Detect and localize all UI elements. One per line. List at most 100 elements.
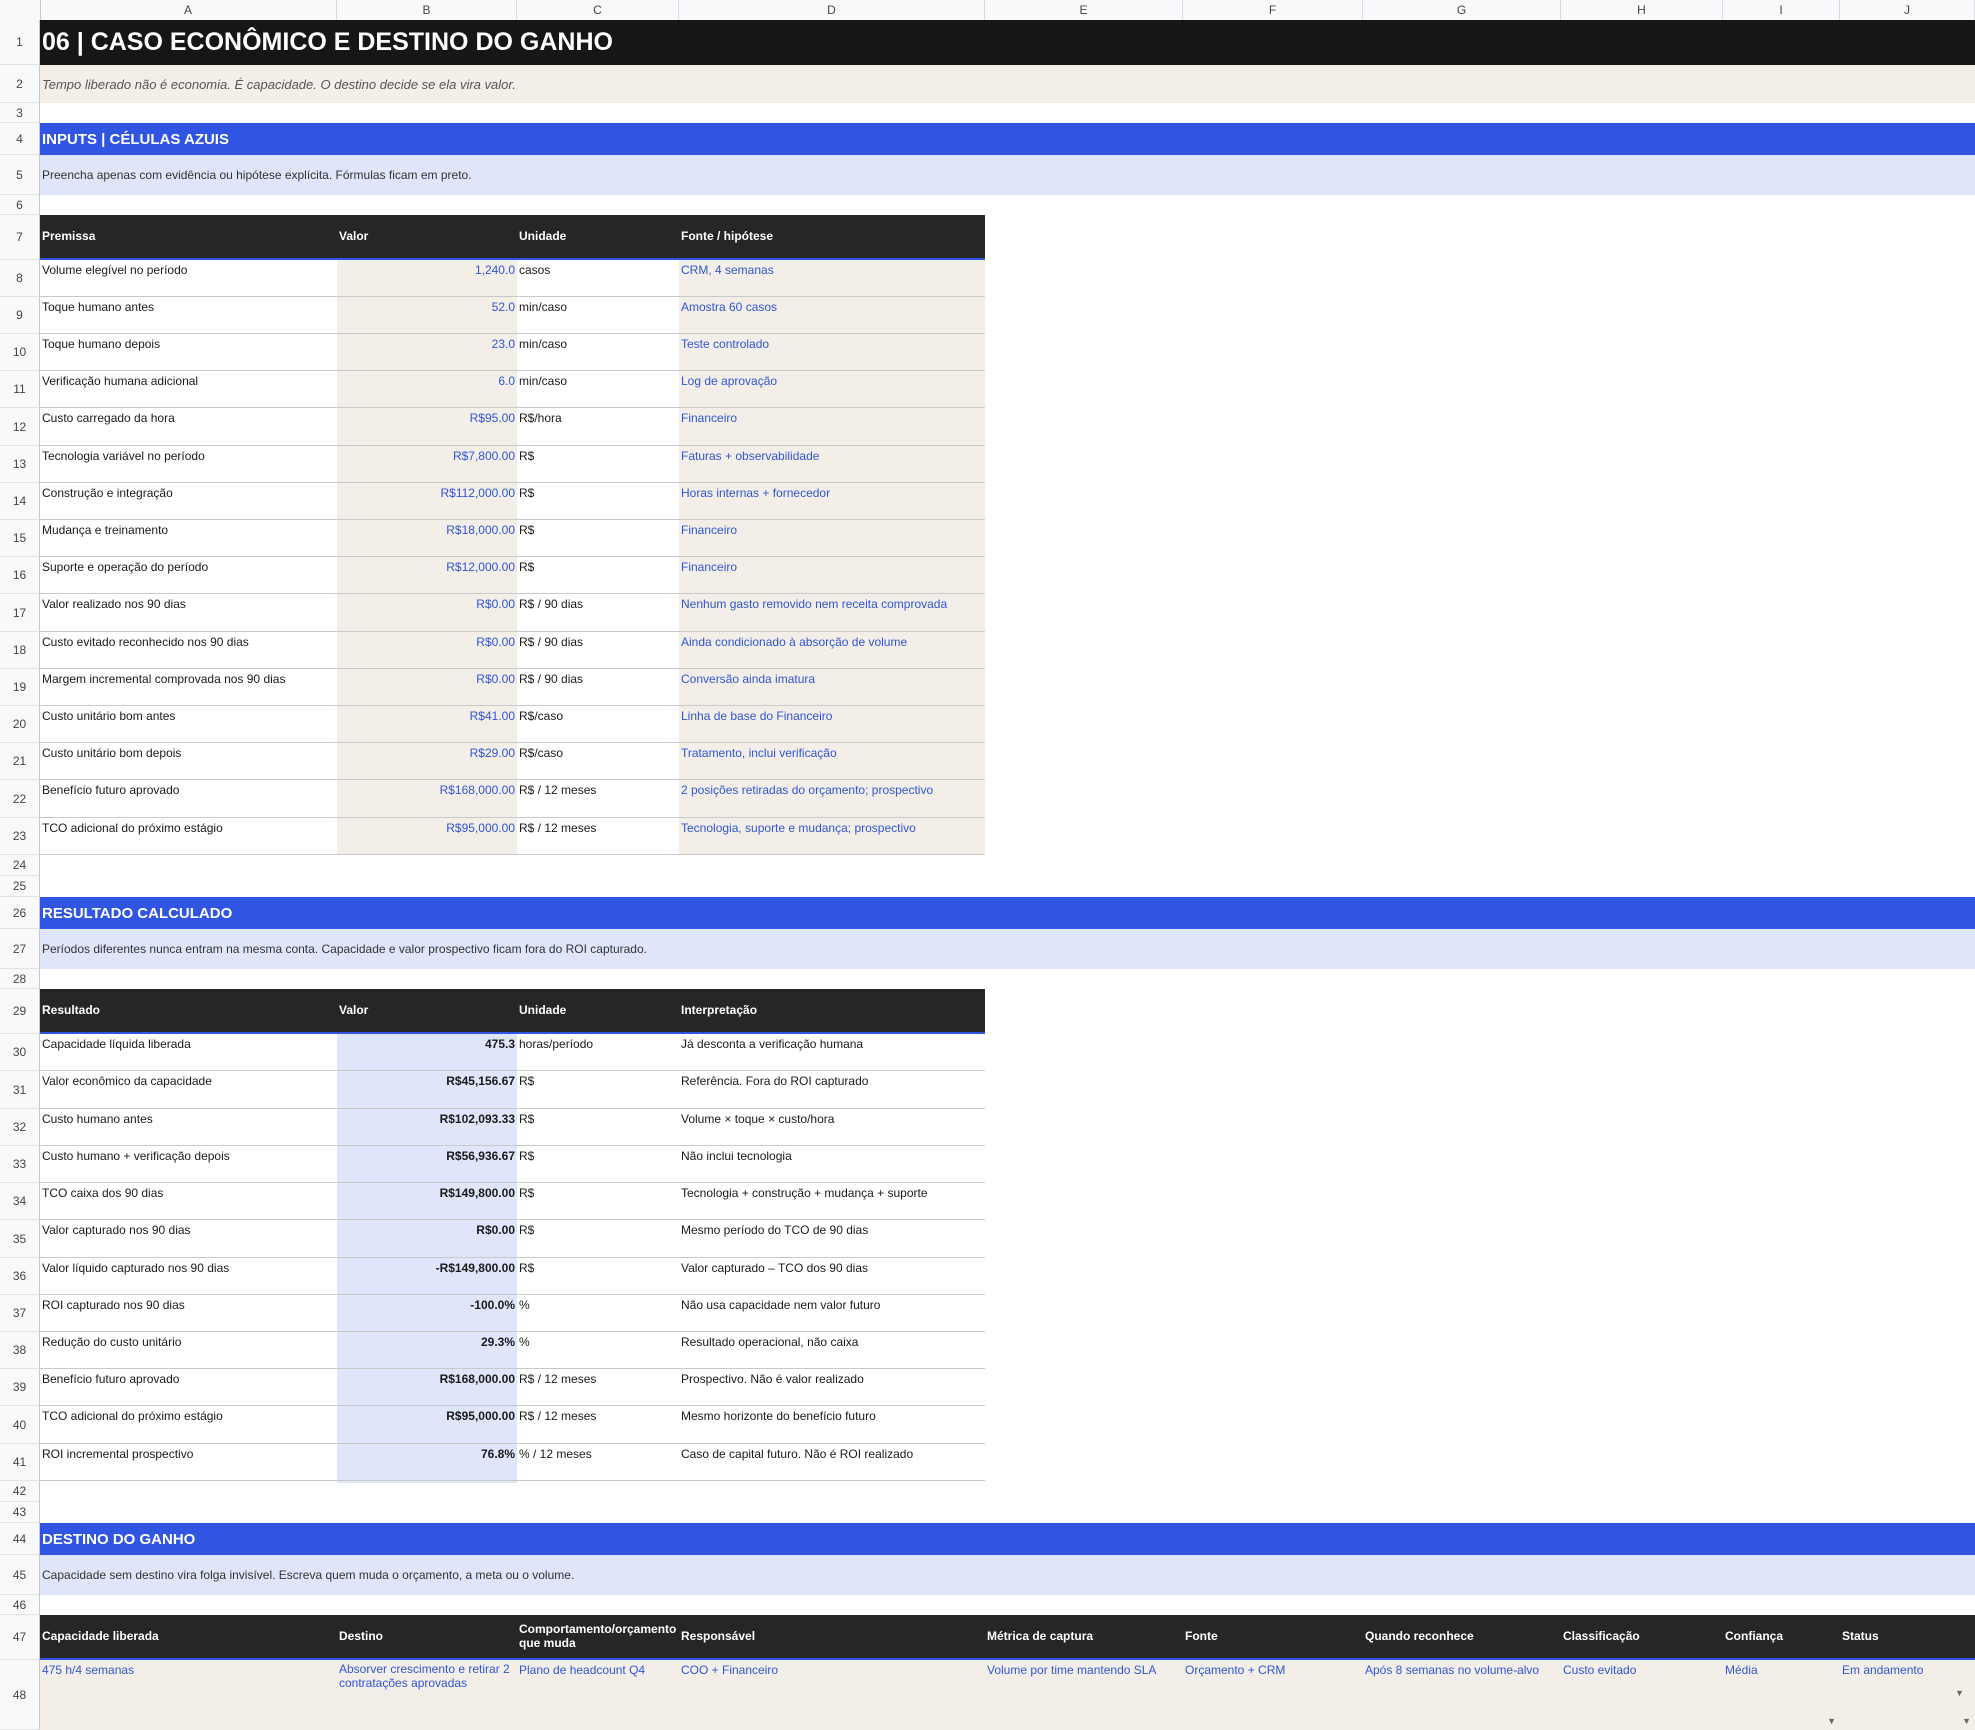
row-header[interactable]: 35 xyxy=(0,1220,40,1258)
inputs-premissa-cell[interactable]: Toque humano antes xyxy=(40,297,337,334)
row-header[interactable]: 1 xyxy=(0,20,40,65)
results-valor-cell[interactable]: R$45,156.67 xyxy=(337,1071,517,1109)
results-interp-cell[interactable]: Caso de capital futuro. Não é ROI realiz… xyxy=(679,1444,985,1481)
results-resultado-cell[interactable]: Benefício futuro aprovado xyxy=(40,1369,337,1406)
row-header[interactable]: 34 xyxy=(0,1183,40,1220)
row-header[interactable]: 13 xyxy=(0,446,40,483)
row-header[interactable]: 45 xyxy=(0,1555,40,1595)
results-resultado-cell[interactable]: Valor capturado nos 90 dias xyxy=(40,1220,337,1258)
inputs-valor-cell[interactable]: R$168,000.00 xyxy=(337,780,517,818)
chevron-down-icon[interactable]: ▼ xyxy=(1955,1688,1971,1726)
row-header[interactable]: 12 xyxy=(0,408,40,446)
inputs-unidade-cell[interactable]: R$ xyxy=(517,557,679,594)
results-resultado-cell[interactable]: Valor líquido capturado nos 90 dias xyxy=(40,1258,337,1295)
inputs-fonte-cell[interactable]: CRM, 4 semanas xyxy=(679,260,985,297)
inputs-unidade-cell[interactable]: R$ xyxy=(517,446,679,483)
row-header[interactable]: 22 xyxy=(0,780,40,818)
row-header[interactable]: 26 xyxy=(0,897,40,929)
inputs-premissa-cell[interactable]: Custo unitário bom antes xyxy=(40,706,337,743)
row-header[interactable]: 37 xyxy=(0,1295,40,1332)
inputs-fonte-cell[interactable]: Tecnologia, suporte e mudança; prospecti… xyxy=(679,818,985,855)
results-interp-cell[interactable]: Mesmo horizonte do benefício futuro xyxy=(679,1406,985,1444)
row-header[interactable]: 24 xyxy=(0,855,40,876)
results-interp-cell[interactable]: Referência. Fora do ROI capturado xyxy=(679,1071,985,1109)
inputs-fonte-cell[interactable]: Horas internas + fornecedor xyxy=(679,483,985,520)
row-header[interactable]: 14 xyxy=(0,483,40,520)
inputs-valor-cell[interactable]: 6.0 xyxy=(337,371,517,408)
row-header[interactable]: 5 xyxy=(0,155,40,195)
results-interp-cell[interactable]: Não usa capacidade nem valor futuro xyxy=(679,1295,985,1332)
inputs-premissa-cell[interactable]: Suporte e operação do período xyxy=(40,557,337,594)
inputs-fonte-cell[interactable]: Financeiro xyxy=(679,408,985,446)
results-valor-cell[interactable]: R$149,800.00 xyxy=(337,1183,517,1220)
inputs-fonte-cell[interactable]: Conversão ainda imatura xyxy=(679,669,985,706)
row-header[interactable]: 4 xyxy=(0,123,40,155)
inputs-premissa-cell[interactable]: Margem incremental comprovada nos 90 dia… xyxy=(40,669,337,706)
column-header-g[interactable]: G xyxy=(1363,0,1561,20)
inputs-valor-cell[interactable]: R$95.00 xyxy=(337,408,517,446)
row-header[interactable]: 47 xyxy=(0,1615,40,1660)
results-unidade-cell[interactable]: R$ xyxy=(517,1220,679,1258)
chevron-down-icon[interactable]: ▼ xyxy=(1827,1716,1836,1726)
row-header[interactable]: 31 xyxy=(0,1071,40,1109)
inputs-fonte-cell[interactable]: 2 posições retiradas do orçamento; prosp… xyxy=(679,780,985,818)
inputs-premissa-cell[interactable]: Valor realizado nos 90 dias xyxy=(40,594,337,632)
results-valor-cell[interactable]: R$102,093.33 xyxy=(337,1109,517,1146)
results-unidade-cell[interactable]: R$ / 12 meses xyxy=(517,1369,679,1406)
row-header[interactable]: 46 xyxy=(0,1595,40,1615)
row-header[interactable]: 40 xyxy=(0,1406,40,1444)
destino-confianca-dropdown[interactable]: Média ▼ xyxy=(1723,1660,1840,1730)
row-header[interactable]: 29 xyxy=(0,989,40,1034)
row-header[interactable]: 15 xyxy=(0,520,40,557)
row-header[interactable]: 6 xyxy=(0,195,40,215)
inputs-premissa-cell[interactable]: Custo carregado da hora xyxy=(40,408,337,446)
results-resultado-cell[interactable]: TCO adicional do próximo estágio xyxy=(40,1406,337,1444)
inputs-valor-cell[interactable]: R$112,000.00 xyxy=(337,483,517,520)
results-valor-cell[interactable]: R$56,936.67 xyxy=(337,1146,517,1183)
results-unidade-cell[interactable]: R$ xyxy=(517,1183,679,1220)
inputs-fonte-cell[interactable]: Tratamento, inclui verificação xyxy=(679,743,985,780)
inputs-premissa-cell[interactable]: Tecnologia variável no período xyxy=(40,446,337,483)
results-resultado-cell[interactable]: Custo humano antes xyxy=(40,1109,337,1146)
row-header[interactable]: 36 xyxy=(0,1258,40,1295)
results-resultado-cell[interactable]: ROI capturado nos 90 dias xyxy=(40,1295,337,1332)
inputs-valor-cell[interactable]: R$95,000.00 xyxy=(337,818,517,855)
inputs-unidade-cell[interactable]: R$ / 90 dias xyxy=(517,594,679,632)
results-unidade-cell[interactable]: horas/período xyxy=(517,1034,679,1071)
inputs-valor-cell[interactable]: R$41.00 xyxy=(337,706,517,743)
results-unidade-cell[interactable]: R$ / 12 meses xyxy=(517,1406,679,1444)
row-header[interactable]: 25 xyxy=(0,876,40,897)
results-valor-cell[interactable]: R$0.00 xyxy=(337,1220,517,1258)
column-header-a[interactable]: A xyxy=(40,0,337,20)
results-valor-cell[interactable]: -R$149,800.00 xyxy=(337,1258,517,1295)
row-header[interactable]: 17 xyxy=(0,594,40,632)
row-header[interactable]: 42 xyxy=(0,1481,40,1502)
destino-quando-cell[interactable]: Após 8 semanas no volume-alvo xyxy=(1363,1660,1561,1730)
row-header[interactable]: 7 xyxy=(0,215,40,260)
column-header-d[interactable]: D xyxy=(679,0,985,20)
inputs-premissa-cell[interactable]: Construção e integração xyxy=(40,483,337,520)
results-valor-cell[interactable]: 76.8% xyxy=(337,1444,517,1481)
destino-destino-cell[interactable]: Absorver crescimento e retirar 2 contrat… xyxy=(337,1660,517,1730)
results-valor-cell[interactable]: R$168,000.00 xyxy=(337,1369,517,1406)
results-valor-cell[interactable]: 475.3 xyxy=(337,1034,517,1071)
results-interp-cell[interactable]: Não inclui tecnologia xyxy=(679,1146,985,1183)
row-header[interactable]: 30 xyxy=(0,1034,40,1071)
inputs-fonte-cell[interactable]: Linha de base do Financeiro xyxy=(679,706,985,743)
row-header[interactable]: 18 xyxy=(0,632,40,669)
results-valor-cell[interactable]: -100.0% xyxy=(337,1295,517,1332)
inputs-unidade-cell[interactable]: R$ / 90 dias xyxy=(517,632,679,669)
row-header[interactable]: 8 xyxy=(0,260,40,297)
row-header[interactable]: 16 xyxy=(0,557,40,594)
inputs-unidade-cell[interactable]: min/caso xyxy=(517,297,679,334)
select-all-corner[interactable] xyxy=(0,0,41,20)
inputs-premissa-cell[interactable]: Verificação humana adicional xyxy=(40,371,337,408)
inputs-unidade-cell[interactable]: R$/hora xyxy=(517,408,679,446)
inputs-premissa-cell[interactable]: Volume elegível no período xyxy=(40,260,337,297)
inputs-unidade-cell[interactable]: R$ xyxy=(517,520,679,557)
row-header[interactable]: 2 xyxy=(0,65,40,103)
column-header-i[interactable]: I xyxy=(1723,0,1840,20)
inputs-unidade-cell[interactable]: R$ / 12 meses xyxy=(517,818,679,855)
results-resultado-cell[interactable]: TCO caixa dos 90 dias xyxy=(40,1183,337,1220)
row-header[interactable]: 19 xyxy=(0,669,40,706)
